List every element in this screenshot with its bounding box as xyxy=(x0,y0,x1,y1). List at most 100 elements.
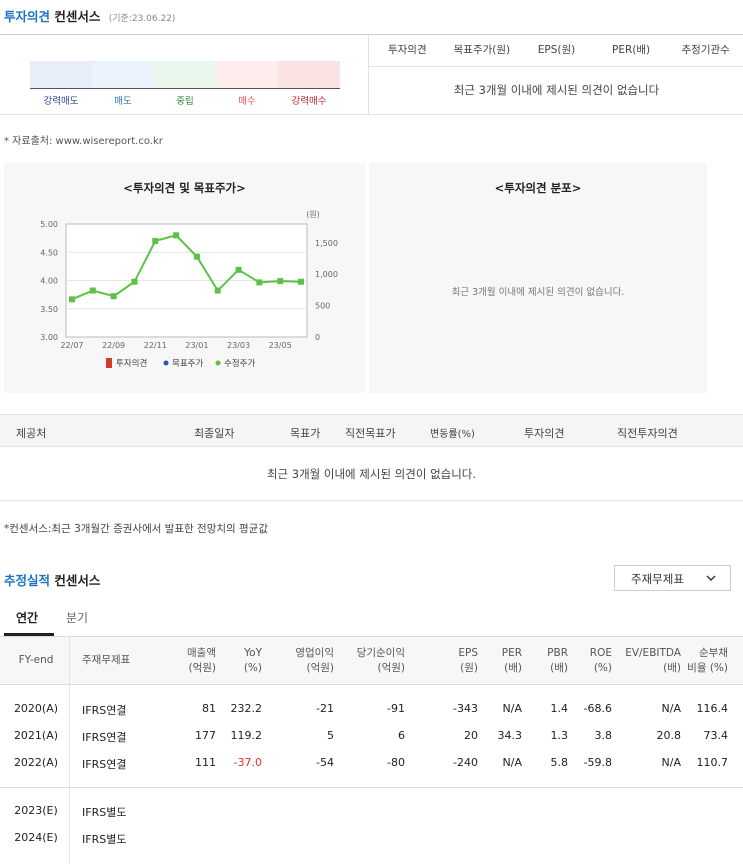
x-tick-label: 23/01 xyxy=(185,341,208,350)
y-right-tick-label: 500 xyxy=(315,302,330,311)
value-cell: N/A xyxy=(502,756,522,769)
divider xyxy=(0,34,743,35)
value-cell: 232.2 xyxy=(230,702,263,715)
basis-cell: IFRS별도 xyxy=(82,833,127,846)
basis-header: 주재무제표 xyxy=(82,654,131,666)
basis-cell: IFRS연결 xyxy=(82,758,127,771)
column-header-unit: (%) xyxy=(243,662,262,674)
base-date: (기준:23.06.22) xyxy=(108,14,176,24)
legend-marker-opinion xyxy=(106,358,112,368)
value-cell: -68.6 xyxy=(583,702,612,715)
legend-marker-adjusted xyxy=(215,360,221,366)
column-header-label: YoY xyxy=(244,647,262,659)
column-header-label: 당기순이익 xyxy=(356,647,405,659)
provider-column-header: 최종일자 xyxy=(194,427,235,440)
value-cell: 20 xyxy=(464,729,478,742)
consensus-footnote: *컨센서스:최근 3개월간 증권사에서 발표한 전망치의 평균값 xyxy=(4,523,268,535)
dropdown-value: 주재무제표 xyxy=(631,572,684,586)
value-cell: N/A xyxy=(661,702,681,715)
value-cell: -80 xyxy=(387,756,405,769)
series-point xyxy=(193,253,200,260)
value-cell: 116.4 xyxy=(696,702,729,715)
series-point xyxy=(214,287,221,294)
provider-table-header: 제공처 최종일자 목표가 직전목표가 변동률(%) 투자의견 직전투자의견 xyxy=(0,414,743,447)
legend-label: 투자의견 xyxy=(116,358,147,369)
estimate-column-header: EPS (원) xyxy=(458,646,478,676)
opinion-columns: 투자의견 목표주가(원) EPS(원) PER(배) 추정기관수 xyxy=(370,42,743,57)
column-header-label: EPS xyxy=(458,647,478,659)
scale-label: 매수 xyxy=(238,96,256,107)
divider xyxy=(69,637,70,864)
opinion-section-title: 투자의견 컨센서스 (기준:23.06.22) xyxy=(4,6,175,25)
series-point xyxy=(256,279,263,286)
value-cell: -91 xyxy=(387,702,405,715)
column-header-unit: (배) xyxy=(504,662,522,674)
tab-annual[interactable]: 연간 xyxy=(16,609,38,626)
value-cell: -54 xyxy=(316,756,334,769)
series-point xyxy=(173,232,180,239)
estimate-column-header: ROE (%) xyxy=(590,646,612,676)
value-cell: -240 xyxy=(453,756,478,769)
x-tick-label: 22/07 xyxy=(60,341,83,350)
estimate-column-header: 순부채 비율 (%) xyxy=(687,646,728,676)
value-cell: 111 xyxy=(195,756,216,769)
y-right-tick-label: 1,000 xyxy=(315,270,338,279)
scale-segment xyxy=(278,61,340,88)
value-cell: 1.4 xyxy=(550,702,569,715)
value-cell: -59.8 xyxy=(583,756,612,769)
column-header-unit: (억원) xyxy=(377,662,405,674)
value-cell: -343 xyxy=(453,702,478,715)
estimates-table-header: FY-end 주재무제표 매출액 (억원) YoY (%) 영업이익 (억원) 당기순이익 (억원… xyxy=(0,637,743,685)
divider xyxy=(0,787,743,788)
series-point xyxy=(298,278,304,285)
column-header-unit: 비율 (%) xyxy=(687,662,728,674)
value-cell: 34.3 xyxy=(497,729,523,742)
column-header-label: ROE xyxy=(589,647,612,659)
column-header-label: PBR xyxy=(547,647,568,659)
source-note: * 자료출처: www.wisereport.co.kr xyxy=(4,136,163,147)
financial-statement-dropdown[interactable]: 주재무제표 xyxy=(614,565,731,591)
distribution-panel-title: <투자의견 분포> xyxy=(494,181,582,195)
y-left-tick-label: 3.00 xyxy=(40,333,58,342)
x-tick-label: 23/05 xyxy=(269,341,292,350)
value-cell: 73.4 xyxy=(703,729,729,742)
estimate-column-header: PER (배) xyxy=(502,646,522,676)
basis-cell: IFRS연결 xyxy=(82,731,127,744)
column-header-label: 영업이익 xyxy=(295,647,334,659)
active-tab-indicator xyxy=(4,633,54,636)
value-cell: 119.2 xyxy=(230,729,263,742)
column-header-unit: (억원) xyxy=(188,662,216,674)
provider-column-header: 변동률(%) xyxy=(430,429,475,440)
opinion-column-header: EPS(원) xyxy=(537,44,576,56)
price-chart: 5.00 4.50 4.00 3.50 3.00 1,500 1,000 500 0 (원) 22/… xyxy=(40,210,338,369)
legend-marker-target xyxy=(163,360,169,366)
scale-segment xyxy=(154,61,216,88)
period-tabs: 연간 분기 xyxy=(0,599,743,637)
provider-column-header: 직전투자의견 xyxy=(617,427,678,440)
series-point xyxy=(277,278,284,285)
tab-quarterly[interactable]: 분기 xyxy=(66,609,88,626)
column-header-label: EV/EBITDA xyxy=(625,647,681,659)
x-tick-label: 23/03 xyxy=(227,341,250,350)
fy-cell: 2023(E) xyxy=(14,804,58,817)
opinion-scale-labels: 강력매도 매도 중립 매수 강력매수 xyxy=(30,93,340,107)
value-cell: -37.0 xyxy=(233,756,262,769)
value-cell: 5 xyxy=(327,729,334,742)
value-cell: 1.3 xyxy=(550,729,569,742)
y-left-tick-label: 5.00 xyxy=(40,220,58,229)
estimates-title: 컨센서스 xyxy=(54,573,101,588)
x-tick-label: 22/11 xyxy=(144,341,167,350)
opinion-column-header: 목표주가(원) xyxy=(453,44,511,56)
basis-cell: IFRS연결 xyxy=(82,704,127,717)
legend-label: 수정주가 xyxy=(224,358,255,369)
column-header-unit: (%) xyxy=(593,662,612,674)
series-point xyxy=(69,296,75,303)
opinion-column-header: 투자의견 xyxy=(387,44,427,56)
provider-column-header: 직전목표가 xyxy=(345,427,396,440)
table-row: 2022(A) IFRS연결 111 -37.0 -54 -80 -240 N/A 5.8 -59… xyxy=(0,750,743,777)
opinion-distribution-panel: <투자의견 분포> 최근 3개월 이내에 제시된 의견이 없습니다. xyxy=(369,163,707,393)
y-right-tick-label: 1,500 xyxy=(315,239,338,248)
table-row: 2020(A) IFRS연결 81 232.2 -21 -91 -343 N/A 1.4 -68.… xyxy=(0,696,743,723)
table-row: 2023(E) IFRS별도 xyxy=(0,798,743,825)
opinion-column-header: 추정기관수 xyxy=(681,44,730,56)
